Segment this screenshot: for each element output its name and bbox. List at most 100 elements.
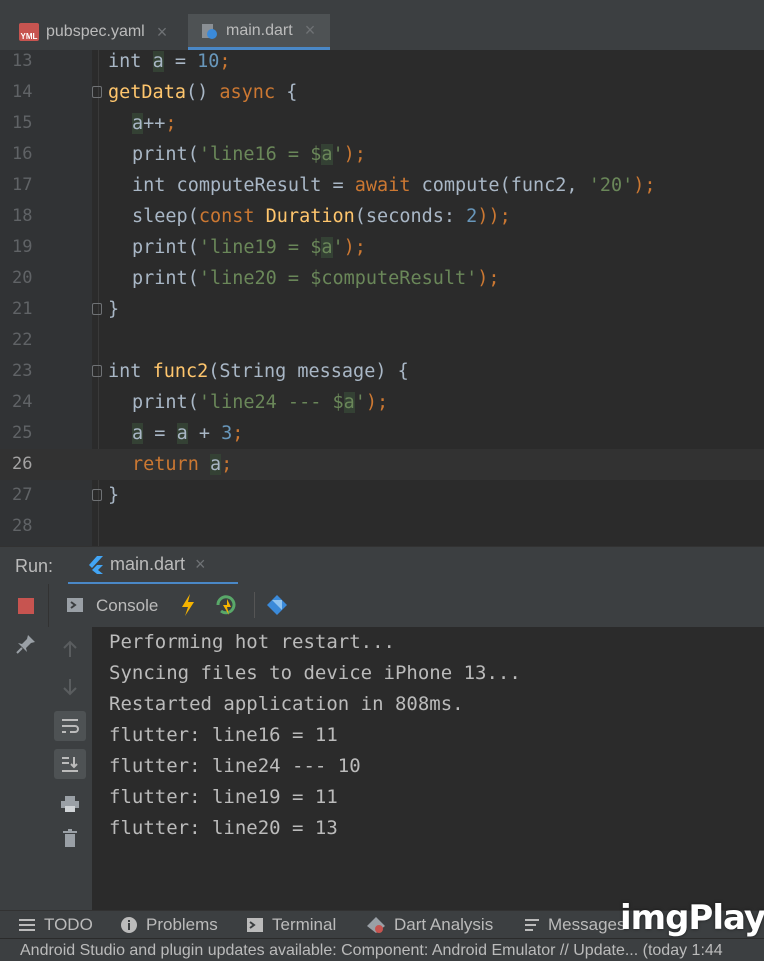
soft-wrap-icon[interactable] (54, 711, 86, 741)
line-number: 18 (12, 206, 33, 226)
console-toolbar: Console (0, 584, 764, 628)
messages-label: Messages (548, 915, 626, 934)
close-icon[interactable]: × (157, 22, 168, 43)
dart-analysis-button[interactable]: Dart Analysis (366, 915, 493, 935)
line-number: 21 (12, 299, 33, 319)
tab-pubspec-yaml[interactable]: YML pubspec.yaml × (18, 14, 167, 50)
line-number: 22 (12, 330, 33, 350)
console-line: flutter: line16 = 11 (109, 724, 338, 746)
print-icon[interactable] (58, 793, 82, 815)
imgplay-watermark: imgPlay (620, 898, 764, 938)
todo-label: TODO (44, 915, 93, 934)
problems-label: Problems (146, 915, 218, 934)
console-line: Restarted application in 808ms. (109, 693, 464, 715)
console-tab-label[interactable]: Console (96, 596, 158, 616)
line-number: 20 (12, 268, 33, 288)
line-number: 23 (12, 361, 33, 381)
problems-button[interactable]: Problems (120, 915, 218, 935)
up-arrow-icon[interactable] (60, 639, 80, 659)
code-line[interactable]: 19 print('line19 = $a'); (0, 232, 764, 263)
todo-button[interactable]: TODO (18, 915, 93, 935)
code-editor[interactable]: 13 int a = 10; 14 getData() async { 15 a… (0, 50, 764, 546)
code-line-current[interactable]: 26 return a; (0, 449, 764, 480)
code-text: a++; (132, 113, 177, 134)
dart-analysis-label: Dart Analysis (394, 915, 494, 934)
messages-button[interactable]: Messages (524, 915, 625, 935)
code-line[interactable]: 24 print('line24 --- $a'); (0, 387, 764, 418)
line-number: 25 (12, 423, 33, 443)
scroll-to-end-icon[interactable] (54, 749, 86, 779)
code-line[interactable]: 22 (0, 325, 764, 356)
fold-marker-icon[interactable] (92, 365, 102, 377)
console-line: flutter: line20 = 13 (109, 817, 338, 839)
line-number: 14 (12, 82, 33, 102)
terminal-label: Terminal (272, 915, 337, 934)
line-number: 15 (12, 113, 33, 133)
code-text: } (108, 299, 120, 320)
window-top-strip (0, 0, 764, 15)
code-text: } (108, 485, 120, 506)
code-text: print('line19 = $a'); (132, 237, 366, 258)
tab-label: pubspec.yaml (46, 23, 145, 40)
line-number: 19 (12, 237, 33, 257)
down-arrow-icon[interactable] (60, 677, 80, 697)
code-line[interactable]: 23 int func2(String message) { (0, 356, 764, 387)
tab-label: main.dart (226, 21, 293, 39)
line-number: 13 (12, 51, 33, 71)
console-line: flutter: line24 --- 10 (109, 755, 361, 777)
code-line[interactable]: 17 int computeResult = await compute(fun… (0, 170, 764, 201)
console-output[interactable]: Performing hot restart... Syncing files … (92, 627, 764, 910)
code-line[interactable]: 20 print('line20 = $computeResult'); (0, 263, 764, 294)
run-label: Run: (15, 556, 54, 576)
code-text: print('line24 --- $a'); (132, 392, 389, 413)
dart-analysis-icon (366, 916, 386, 934)
trash-icon[interactable] (60, 827, 80, 849)
hot-restart-icon[interactable] (214, 593, 240, 617)
messages-icon (524, 918, 540, 932)
tab-main-dart[interactable]: main.dart × (188, 14, 330, 50)
console-icon (66, 596, 84, 614)
status-message[interactable]: Android Studio and plugin updates availa… (20, 942, 723, 960)
toolbar-divider (254, 592, 255, 618)
fold-marker-icon[interactable] (92, 86, 102, 98)
console-line: flutter: line19 = 11 (109, 786, 338, 808)
code-line[interactable]: 21 } (0, 294, 764, 325)
line-number: 16 (12, 144, 33, 164)
code-line[interactable]: 25 a = a + 3; (0, 418, 764, 449)
code-text: return a; (132, 454, 233, 475)
code-line[interactable]: 27 } (0, 480, 764, 511)
run-tab-main-dart[interactable]: main.dart × (68, 547, 238, 585)
code-line[interactable]: 15 a++; (0, 108, 764, 139)
code-line[interactable]: 18 sleep(const Duration(seconds: 2)); (0, 201, 764, 232)
list-icon (18, 918, 36, 932)
code-line[interactable]: 13 int a = 10; (0, 50, 764, 77)
fold-marker-icon[interactable] (92, 489, 102, 501)
code-line[interactable]: 14 getData() async { (0, 77, 764, 108)
run-tool-window-header: Run: main.dart × (0, 546, 764, 585)
line-number: 24 (12, 392, 33, 412)
console-line: Performing hot restart... (109, 631, 395, 653)
hot-reload-icon[interactable] (178, 593, 198, 617)
terminal-button[interactable]: Terminal (246, 915, 336, 935)
dart-devtools-icon[interactable] (266, 594, 288, 616)
code-text: int a = 10; (108, 51, 231, 72)
yaml-file-icon: YML (18, 23, 40, 41)
fold-marker-icon[interactable] (92, 303, 102, 315)
code-text: int computeResult = await compute(func2,… (132, 175, 656, 196)
code-text: sleep(const Duration(seconds: 2)); (132, 206, 511, 227)
close-icon[interactable]: × (305, 20, 316, 41)
dart-file-icon (198, 22, 220, 40)
stop-icon[interactable] (18, 598, 34, 614)
line-number: 28 (12, 516, 33, 536)
status-bar: Android Studio and plugin updates availa… (0, 938, 764, 961)
close-icon[interactable]: × (195, 554, 206, 575)
line-number: 27 (12, 485, 33, 505)
code-line[interactable]: 16 print('line16 = $a'); (0, 139, 764, 170)
code-text: a = a + 3; (132, 423, 244, 444)
code-text: int func2(String message) { (108, 361, 409, 382)
code-line[interactable]: 28 (0, 511, 764, 542)
run-actions-column (0, 584, 49, 910)
info-icon (120, 916, 138, 934)
pin-icon[interactable] (14, 632, 38, 656)
terminal-icon (246, 917, 264, 933)
